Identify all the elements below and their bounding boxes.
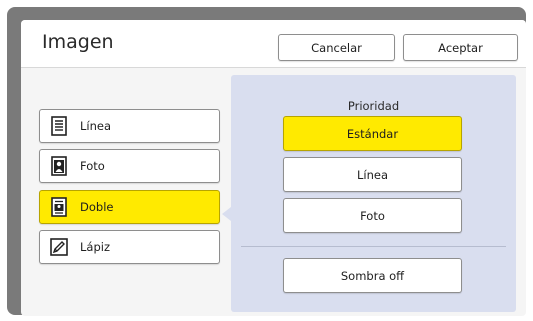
dialog-header: Imagen Cancelar Aceptar <box>21 20 526 68</box>
image-dialog: Imagen Cancelar Aceptar Línea Foto Doble… <box>21 20 526 316</box>
priority-option-linea[interactable]: Línea <box>283 157 462 192</box>
mode-item-linea[interactable]: Línea <box>39 109 220 143</box>
pencil-icon <box>48 236 70 258</box>
mode-item-doble[interactable]: Doble <box>39 190 220 224</box>
accept-button[interactable]: Aceptar <box>403 34 518 61</box>
priority-option-estandar[interactable]: Estándar <box>283 116 462 151</box>
divider <box>241 246 506 247</box>
selection-pointer <box>222 207 231 221</box>
priority-panel: Prioridad Estándar Línea Foto Sombra off <box>231 75 516 312</box>
mode-label: Lápiz <box>80 240 110 254</box>
dialog-title: Imagen <box>42 31 114 53</box>
cancel-button[interactable]: Cancelar <box>278 34 395 61</box>
mode-label: Línea <box>80 119 112 133</box>
shadow-off-button[interactable]: Sombra off <box>283 258 462 293</box>
priority-label: Prioridad <box>347 99 400 113</box>
mode-item-lapiz[interactable]: Lápiz <box>39 230 220 264</box>
mode-item-foto[interactable]: Foto <box>39 149 220 183</box>
mode-label: Doble <box>80 200 114 214</box>
portrait-photo-icon <box>48 155 70 177</box>
document-lines-icon <box>48 115 70 137</box>
priority-option-foto[interactable]: Foto <box>283 198 462 233</box>
document-lines-photo-icon <box>48 196 70 218</box>
mode-label: Foto <box>80 159 105 173</box>
